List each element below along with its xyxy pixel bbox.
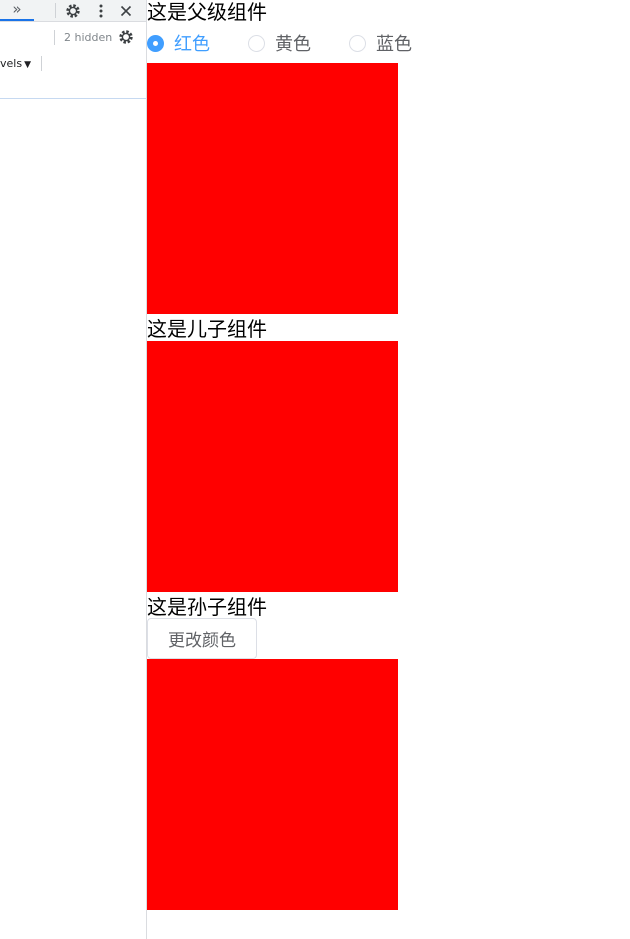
radio-blue[interactable]: 蓝色 [349,30,412,56]
grandchild-color-box [147,659,398,910]
devtools-panel: » 2 hidden vels ▼ [0,0,147,939]
log-levels-dropdown[interactable]: vels ▼ [0,57,31,70]
console-message-divider [0,98,146,99]
radio-yellow[interactable]: 黄色 [248,30,311,56]
log-levels-label: vels [0,57,23,70]
app-page: 这是父级组件 红色 黄色 蓝色 这是儿子组件 这是孙子组件 更改颜色 [147,0,630,939]
devtools-toolbar: » [0,0,146,22]
close-icon[interactable] [117,2,135,19]
levels-separator [41,56,42,71]
color-radio-group: 红色 黄色 蓝色 [147,31,450,55]
parent-color-box [147,63,398,314]
filter-separator [54,30,55,45]
more-options-icon[interactable] [92,2,110,19]
radio-label: 黄色 [275,34,311,55]
child-title: 这是儿子组件 [147,317,267,341]
toolbar-separator [55,3,56,18]
radio-checked-icon[interactable] [147,34,164,52]
radio-unchecked-icon[interactable] [349,34,366,52]
radio-unchecked-icon[interactable] [248,34,265,52]
radio-red[interactable]: 红色 [147,30,210,56]
grandchild-title: 这是孙子组件 [147,595,267,619]
log-levels-row: vels ▼ [0,53,146,75]
caret-down-icon: ▼ [24,60,31,70]
radio-label: 蓝色 [376,34,412,55]
console-filter-bar: 2 hidden [0,22,146,53]
radio-label: 红色 [174,34,210,55]
more-tabs-button[interactable]: » [0,0,34,21]
parent-title: 这是父级组件 [147,0,267,24]
settings-gear-icon[interactable] [64,2,82,19]
hidden-messages-count: 2 hidden [64,31,113,44]
console-settings-gear-icon[interactable] [117,28,135,45]
child-color-box [147,341,398,592]
change-color-button[interactable]: 更改颜色 [147,618,257,659]
